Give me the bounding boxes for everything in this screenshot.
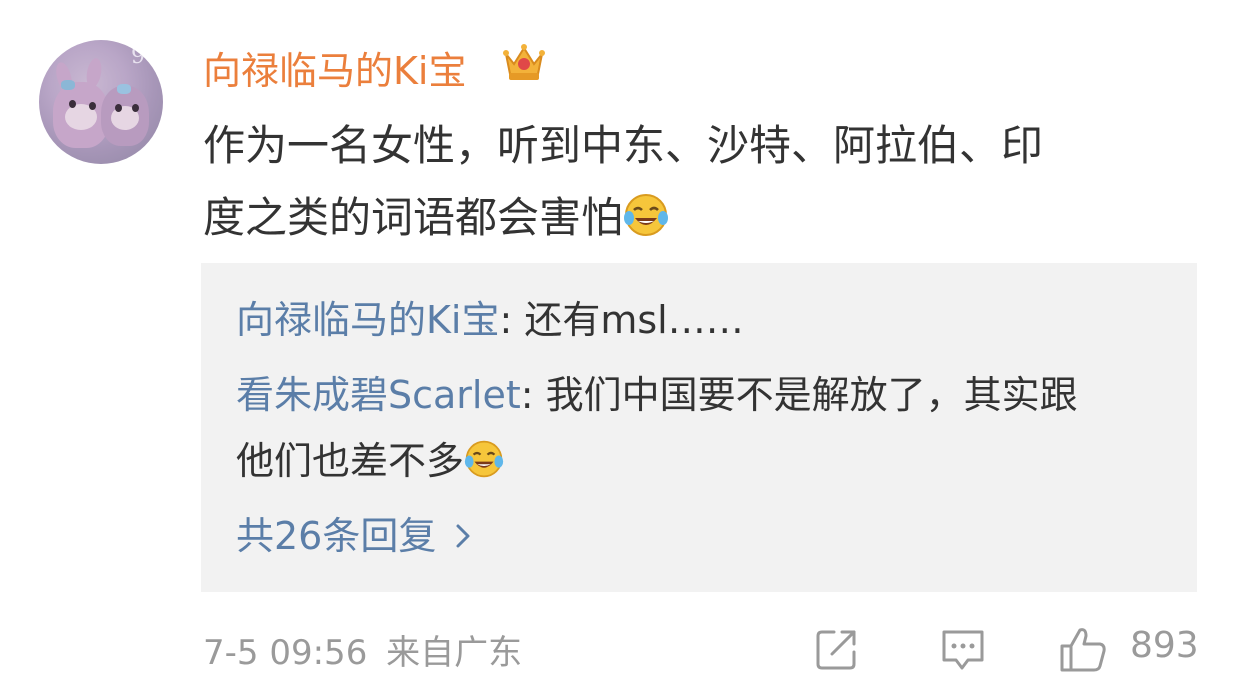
post-content-text: 度之类的词语都会害怕 — [203, 193, 624, 242]
view-all-replies-label: 共26条回复 — [236, 514, 437, 558]
reply-text: : 还有msl…… — [499, 298, 744, 342]
avatar-decoration — [132, 104, 139, 112]
username[interactable]: 向禄临马的Ki宝 — [203, 40, 466, 95]
reply-item[interactable]: 看朱成碧Scarlet: 我们中国要不是解放了，其实跟 他们也差不多 — [236, 362, 1176, 494]
share-icon[interactable] — [812, 624, 862, 674]
reply-line-2: 他们也差不多 — [236, 428, 1176, 494]
post-content-line-2: 度之类的词语都会害怕 — [203, 182, 1193, 254]
comment-icon[interactable] — [938, 624, 988, 674]
avatar-decoration — [69, 100, 76, 108]
chevron-right-icon — [456, 524, 470, 548]
crown-icon — [503, 44, 545, 80]
reply-line: 看朱成碧Scarlet: 我们中国要不是解放了，其实跟 — [236, 362, 1176, 428]
avatar-decoration — [61, 80, 75, 90]
post-source: 来自广东 — [386, 633, 523, 673]
reply-username[interactable]: 看朱成碧Scarlet — [236, 373, 521, 417]
avatar-decoration: 9 — [131, 44, 145, 69]
laugh-cry-emoji — [464, 440, 504, 478]
reply-username[interactable]: 向禄临马的Ki宝 — [236, 298, 499, 342]
avatar-decoration — [89, 102, 96, 110]
like-count: 893 — [1130, 625, 1199, 666]
avatar[interactable]: 9 — [39, 40, 163, 164]
thumbs-up-icon[interactable] — [1058, 624, 1108, 674]
reply-text: 他们也差不多 — [236, 439, 465, 483]
post-time: 7-5 09:56 — [203, 633, 368, 673]
view-all-replies-link[interactable]: 共26条回复 — [236, 505, 480, 560]
post-meta: 7-5 09:56 来自广东 — [203, 625, 522, 674]
avatar-decoration — [117, 84, 131, 94]
avatar-decoration — [115, 104, 122, 112]
laugh-cry-emoji — [624, 194, 669, 236]
reply-item[interactable]: 向禄临马的Ki宝: 还有msl…… — [236, 287, 1176, 353]
post-content-line: 作为一名女性，听到中东、沙特、阿拉伯、印 — [203, 121, 1044, 170]
reply-text: : 我们中国要不是解放了，其实跟 — [520, 373, 1078, 417]
post-content: 作为一名女性，听到中东、沙特、阿拉伯、印 度之类的词语都会害怕 — [203, 110, 1193, 254]
